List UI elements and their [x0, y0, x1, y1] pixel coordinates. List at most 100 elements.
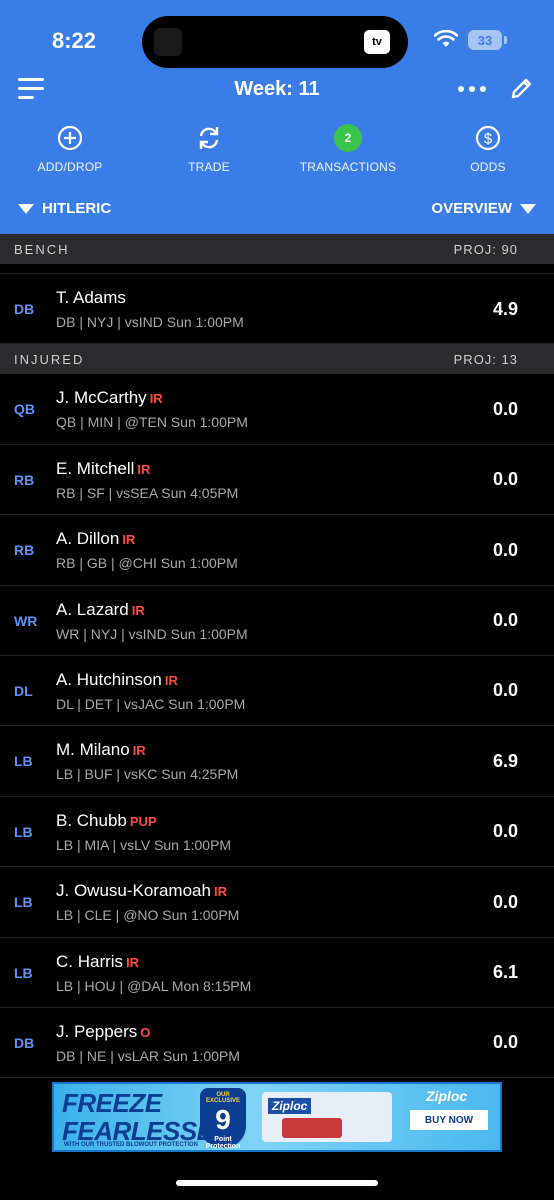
- more-options-icon[interactable]: [458, 86, 486, 92]
- team-selector[interactable]: HITLERIC: [18, 200, 111, 217]
- island-app-icon: [154, 28, 182, 56]
- ad-shield-badge: OUR EXCLUSIVE 9 Point Protection: [200, 1088, 246, 1150]
- player-row[interactable]: LB J. Owusu-Koramoah IR LB | CLE | @NO Sun …: [0, 867, 554, 938]
- player-row[interactable]: RB E. Mitchell IR RB | SF | vsSEA Sun 4:05P…: [0, 444, 554, 516]
- player-name-line: M. Milano IR: [56, 740, 146, 760]
- player-points: 6.9: [492, 750, 518, 771]
- ad-shield-number: 9: [215, 1104, 231, 1135]
- status-bar: 8:22 tv 33: [0, 0, 554, 70]
- section-projection: PROJ: 13: [453, 351, 518, 367]
- app-header: 8:22 tv 33 Week: 11 ADD/DROP TRADE 2 TRA…: [0, 0, 554, 234]
- injured-section-header: INJURED PROJ: 13: [0, 344, 554, 375]
- player-position: QB: [14, 401, 35, 418]
- roster-list: BENCH PROJ: 90 DB T. Adams DB | NYJ | vsIN…: [0, 234, 554, 1079]
- player-game-info: LB | CLE | @NO Sun 1:00PM: [56, 907, 240, 924]
- ad-box-brand: Ziploc: [268, 1098, 312, 1114]
- player-name[interactable]: J. Owusu-Koramoah: [56, 881, 211, 901]
- player-name[interactable]: A. Dillon: [56, 529, 119, 549]
- ad-product-box: Ziploc: [262, 1092, 392, 1142]
- player-points: 6.1: [492, 962, 518, 983]
- battery-tip: [504, 36, 507, 44]
- trade-button[interactable]: TRADE: [149, 124, 269, 174]
- player-name[interactable]: M. Milano: [56, 740, 130, 760]
- ad-shield-top: OUR EXCLUSIVE: [205, 1092, 240, 1104]
- svg-text:$: $: [484, 131, 493, 148]
- transactions-count-badge: 2: [334, 124, 362, 152]
- player-name[interactable]: B. Chubb: [56, 811, 127, 831]
- player-name[interactable]: A. Lazard: [56, 600, 129, 620]
- player-name-line: J. McCarthy IR: [56, 388, 163, 408]
- odds-label: ODDS: [470, 160, 506, 174]
- bench-section-header: BENCH PROJ: 90: [0, 234, 554, 264]
- player-points: 0.0: [492, 469, 518, 490]
- injury-status-tag: O: [140, 1024, 151, 1040]
- view-selector[interactable]: OVERVIEW: [431, 200, 536, 217]
- player-row[interactable]: WR A. Lazard IR WR | NYJ | vsIND Sun 1:00PM…: [0, 585, 554, 656]
- player-name[interactable]: C. Harris: [56, 952, 123, 972]
- player-points: 0.0: [492, 539, 518, 560]
- ad-headline-1: FREEZE: [62, 1088, 162, 1118]
- trade-label: TRADE: [188, 160, 230, 174]
- player-game-info: LB | MIA | vsLV Sun 1:00PM: [56, 836, 232, 853]
- section-projection: PROJ: 90: [453, 241, 518, 257]
- injury-status-tag: IR: [137, 461, 151, 477]
- player-row[interactable]: LB C. Harris IR LB | HOU | @DAL Mon 8:15PM 6…: [0, 937, 554, 1008]
- ad-tagline: WITH OUR TRUSTED BLOWOUT PROTECTION: [64, 1142, 198, 1148]
- caret-down-icon: [18, 203, 34, 214]
- pencil-edit-icon[interactable]: [510, 76, 534, 100]
- player-row[interactable]: RB A. Dillon IR RB | GB | @CHI Sun 1:00PM 0.…: [0, 515, 554, 586]
- top-nav: Week: 11: [0, 70, 554, 110]
- odds-button[interactable]: $ ODDS: [428, 124, 548, 174]
- home-indicator[interactable]: [176, 1180, 378, 1186]
- player-name[interactable]: E. Mitchell: [56, 459, 134, 479]
- player-name-line: T. Adams: [56, 288, 126, 308]
- player-name-line: A. Dillon IR: [56, 529, 135, 549]
- status-time: 8:22: [52, 28, 97, 53]
- player-row[interactable]: LB M. Milano IR LB | BUF | vsKC Sun 4:25PM 6…: [0, 726, 554, 797]
- player-name-line: E. Mitchell IR: [56, 459, 150, 479]
- player-points: 0.0: [492, 1032, 518, 1053]
- team-name: HITLERIC: [42, 200, 112, 217]
- player-position: RB: [14, 471, 35, 488]
- player-game-info: LB | BUF | vsKC Sun 4:25PM: [56, 766, 239, 783]
- ad-buy-now-button[interactable]: BUY NOW: [410, 1110, 488, 1130]
- player-row[interactable]: DB T. Adams DB | NYJ | vsIND Sun 1:00PM 4.9: [0, 274, 554, 345]
- player-points: 0.0: [492, 610, 518, 631]
- refresh-icon: [199, 127, 219, 149]
- player-position: WR: [14, 612, 38, 629]
- player-position: DL: [14, 682, 33, 699]
- player-position: RB: [14, 542, 35, 559]
- injury-status-tag: IR: [213, 884, 227, 900]
- player-game-info: RB | GB | @CHI Sun 1:00PM: [56, 555, 238, 572]
- divider: [0, 264, 554, 274]
- player-name[interactable]: J. Peppers: [56, 1022, 137, 1042]
- player-position: LB: [14, 823, 33, 840]
- wifi-icon: [434, 30, 458, 47]
- player-row[interactable]: DB J. Peppers O DB | NE | vsLAR Sun 1:00PM 0…: [0, 1007, 554, 1079]
- ad-shield-text: Point Protection: [205, 1136, 241, 1150]
- player-game-info: WR | NYJ | vsIND Sun 1:00PM: [56, 625, 248, 642]
- ad-banner[interactable]: FREEZE FEARLESSLY WITH OUR TRUSTED BLOWO…: [52, 1082, 502, 1152]
- plus-circle-icon: [57, 125, 83, 151]
- add-drop-button[interactable]: ADD/DROP: [10, 124, 130, 174]
- injury-status-tag: IR: [131, 602, 145, 618]
- player-position: DB: [14, 301, 35, 317]
- ad-brand-logo: Ziploc: [426, 1088, 468, 1104]
- transactions-button[interactable]: 2 TRANSACTIONS: [288, 124, 408, 174]
- player-points: 0.0: [492, 680, 518, 701]
- player-name[interactable]: T. Adams: [56, 288, 126, 308]
- sub-nav: HITLERIC OVERVIEW: [0, 196, 554, 222]
- player-row[interactable]: QB J. McCarthy IR QB | MIN | @TEN Sun 1:00P…: [0, 374, 554, 445]
- player-points: 4.9: [492, 298, 518, 319]
- player-name[interactable]: J. McCarthy: [56, 388, 147, 408]
- player-name-line: A. Lazard IR: [56, 600, 145, 620]
- player-row[interactable]: DL A. Hutchinson IR DL | DET | vsJAC Sun 1:…: [0, 655, 554, 727]
- player-game-info: DL | DET | vsJAC Sun 1:00PM: [56, 695, 246, 712]
- action-bar: ADD/DROP TRADE 2 TRANSACTIONS $ ODDS: [0, 124, 554, 176]
- injury-status-tag: IR: [132, 743, 146, 759]
- view-name: OVERVIEW: [431, 200, 512, 217]
- player-name[interactable]: A. Hutchinson: [56, 670, 162, 690]
- injury-status-tag: IR: [126, 954, 140, 970]
- player-row[interactable]: LB B. Chubb PUP LB | MIA | vsLV Sun 1:00PM 0…: [0, 796, 554, 868]
- player-position: DB: [14, 1034, 35, 1051]
